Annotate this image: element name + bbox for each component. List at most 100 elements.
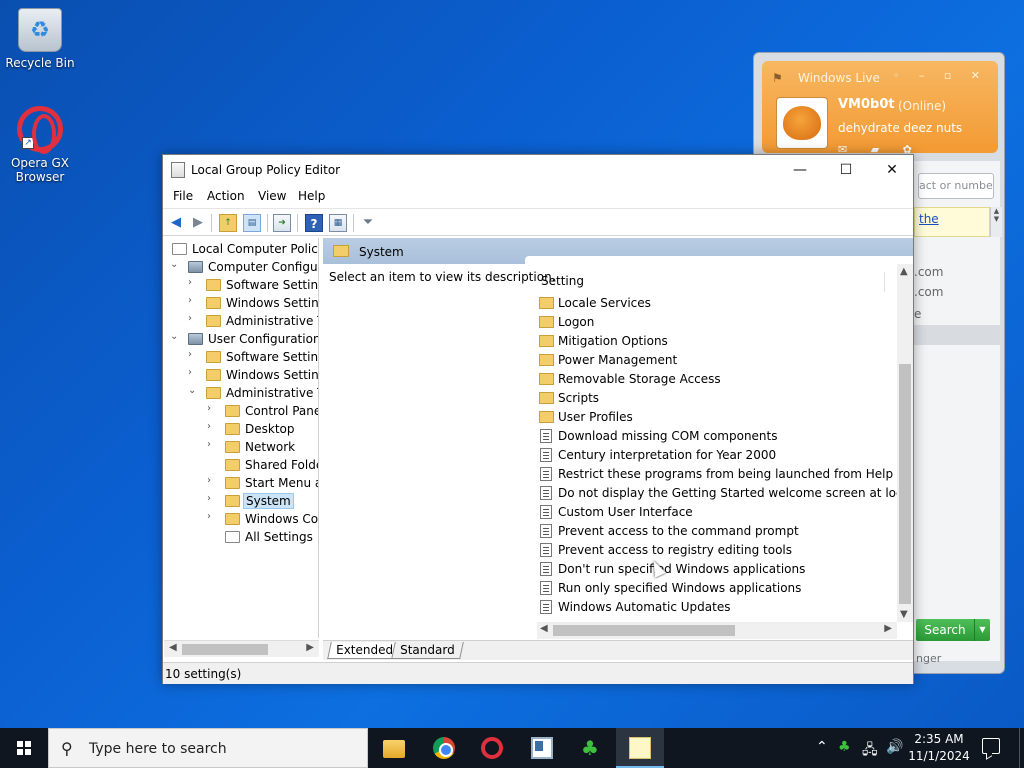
close-button[interactable]: ✕ — [869, 155, 915, 186]
title-bar[interactable]: Local Group Policy Editor — ☐ ✕ — [163, 155, 913, 186]
volume-icon[interactable]: 🔊 — [886, 739, 903, 755]
contact-item[interactable]: .com — [914, 285, 943, 299]
menu-action[interactable]: Action — [207, 189, 245, 203]
desktop-icon-recycle-bin[interactable]: Recycle Bin — [2, 8, 78, 70]
back-arrow-icon[interactable]: ◀ — [167, 214, 185, 232]
settings-policy-row[interactable]: Century interpretation for Year 2000 — [537, 446, 885, 465]
status-text: 10 setting(s) — [165, 667, 242, 681]
chevron-right-icon[interactable]: › — [207, 475, 217, 486]
chevron-left-icon[interactable]: ◀ — [540, 623, 548, 634]
menu-file[interactable]: File — [173, 189, 193, 203]
folder-icon — [225, 441, 240, 453]
minimize-button[interactable]: — — [777, 155, 823, 186]
scrollbar-thumb[interactable] — [553, 625, 735, 636]
messenger-window-controls[interactable]: ◦ – ▫ ✕ — [893, 69, 988, 82]
settings-folder-row[interactable]: Mitigation Options — [537, 332, 885, 351]
menu-view[interactable]: View — [258, 189, 286, 203]
scrollbar-thumb[interactable] — [182, 644, 268, 655]
contact-item[interactable]: .com — [914, 265, 943, 279]
show-desktop-button[interactable] — [1019, 728, 1024, 768]
taskbar-app-opera-gx[interactable] — [468, 728, 516, 768]
chevron-right-icon[interactable]: ▶ — [306, 642, 314, 653]
chevron-right-icon[interactable]: › — [207, 511, 217, 522]
menu-help[interactable]: Help — [298, 189, 325, 203]
settings-folder-row[interactable]: Removable Storage Access — [537, 370, 885, 389]
maximize-button[interactable]: ☐ — [823, 155, 869, 186]
messenger-search-button[interactable]: Search — [916, 619, 974, 641]
notification-center-icon[interactable] — [982, 738, 1000, 754]
chevron-right-icon[interactable]: › — [188, 313, 198, 324]
settings-vertical-scrollbar[interactable]: ▲ ▼ — [897, 264, 913, 622]
taskbar-app-notepad[interactable] — [616, 728, 664, 768]
messenger-display-name[interactable]: VM0b0t — [838, 97, 895, 112]
messenger-status[interactable]: (Online) — [898, 99, 946, 113]
chevron-right-icon[interactable]: › — [207, 439, 217, 450]
show-hide-tree-icon[interactable]: ▤ — [243, 214, 261, 232]
export-list-icon[interactable]: ➜ — [273, 214, 291, 232]
settings-folder-row[interactable]: Locale Services — [537, 294, 885, 313]
clock-time: 2:35 AM — [914, 732, 964, 746]
scrollbar-thumb[interactable] — [899, 364, 911, 604]
column-header-setting[interactable]: Setting — [537, 272, 885, 292]
settings-policy-row[interactable]: Don't run specified Windows applications — [537, 560, 885, 579]
contact-item-selected[interactable] — [914, 325, 1000, 345]
up-folder-icon[interactable]: ↑ — [219, 214, 237, 232]
settings-folder-row[interactable]: User Profiles — [537, 408, 885, 427]
settings-policy-row[interactable]: Custom User Interface — [537, 503, 885, 522]
gpedit-app-icon — [171, 162, 185, 178]
messenger-notice-link[interactable]: the — [914, 207, 990, 237]
settings-policy-row[interactable]: Do not display the Getting Started welco… — [537, 484, 913, 503]
settings-horizontal-scrollbar[interactable]: ◀ ▶ — [537, 622, 897, 639]
desktop-icon-opera-gx[interactable]: ↗ Opera GX Browser — [2, 106, 78, 184]
chevron-right-icon[interactable]: › — [188, 349, 198, 360]
tree-horizontal-scrollbar[interactable]: ◀ ▶ — [164, 640, 319, 657]
contact-item[interactable]: e — [914, 307, 921, 321]
settings-policy-row[interactable]: Restrict these programs from being launc… — [537, 465, 893, 484]
filter-icon[interactable]: ⏷ — [359, 214, 377, 232]
messenger-notice-scrollbar[interactable]: ▲ ▼ — [990, 207, 1002, 237]
folder-icon — [539, 297, 554, 309]
network-icon[interactable]: 🖧 — [862, 739, 878, 763]
chevron-right-icon[interactable]: › — [207, 493, 217, 504]
chevron-down-icon[interactable]: ⌄ — [188, 385, 198, 396]
chevron-right-icon[interactable]: › — [207, 421, 217, 432]
settings-policy-row[interactable]: Windows Automatic Updates — [537, 598, 885, 617]
chevron-down-icon[interactable]: ⌄ — [170, 331, 180, 342]
messenger-search-input[interactable]: act or numbe — [918, 173, 994, 199]
taskbar-app-messenger[interactable]: ♣ — [566, 728, 614, 768]
start-button[interactable] — [0, 728, 48, 768]
messenger-search-dropdown[interactable]: ▼ — [974, 619, 990, 641]
settings-folder-row[interactable]: Logon — [537, 313, 885, 332]
settings-policy-row[interactable]: Prevent access to the command prompt — [537, 522, 885, 541]
settings-folder-row[interactable]: Power Management — [537, 351, 885, 370]
system-clock[interactable]: 2:35 AM 11/1/2024 — [904, 731, 974, 765]
chevron-left-icon[interactable]: ◀ — [169, 642, 177, 653]
chevron-up-icon[interactable]: ▲ — [900, 266, 908, 277]
taskbar-app-chrome[interactable] — [420, 728, 468, 768]
forward-arrow-icon[interactable]: ▶ — [189, 214, 207, 232]
chevron-up-icon[interactable]: ⌃ — [816, 739, 828, 755]
messenger-tray-icon[interactable]: ♣ — [838, 739, 851, 755]
chevron-down-icon[interactable]: ▼ — [900, 609, 908, 620]
taskbar-app-window[interactable] — [518, 728, 566, 768]
policy-setting-icon — [540, 581, 552, 595]
chevron-right-icon[interactable]: › — [188, 295, 198, 306]
chevron-right-icon[interactable]: ▶ — [884, 623, 892, 634]
taskbar-app-file-explorer[interactable] — [370, 728, 418, 768]
avatar[interactable] — [776, 97, 828, 149]
messenger-personal-message[interactable]: dehydrate deez nuts — [838, 121, 962, 135]
settings-folder-row[interactable]: Scripts — [537, 389, 885, 408]
chevron-right-icon[interactable]: › — [207, 403, 217, 414]
taskbar-search-box[interactable]: ⚲ Type here to search — [48, 728, 368, 768]
settings-policy-row[interactable]: Download missing COM components — [537, 427, 885, 446]
settings-policy-row[interactable]: Run only specified Windows applications — [537, 579, 885, 598]
help-icon[interactable]: ? — [305, 214, 323, 232]
chevron-down-icon[interactable]: ⌄ — [170, 259, 180, 270]
chevron-right-icon[interactable]: › — [188, 277, 198, 288]
group-policy-editor-window[interactable]: Local Group Policy Editor — ☐ ✕ File Act… — [162, 154, 914, 684]
settings-policy-row[interactable]: Prevent access to registry editing tools — [537, 541, 885, 560]
tab-standard[interactable]: Standard — [391, 642, 464, 659]
settings-row-label: Windows Automatic Updates — [558, 600, 731, 614]
properties-view-icon[interactable]: ▦ — [329, 214, 347, 232]
chevron-right-icon[interactable]: › — [188, 367, 198, 378]
